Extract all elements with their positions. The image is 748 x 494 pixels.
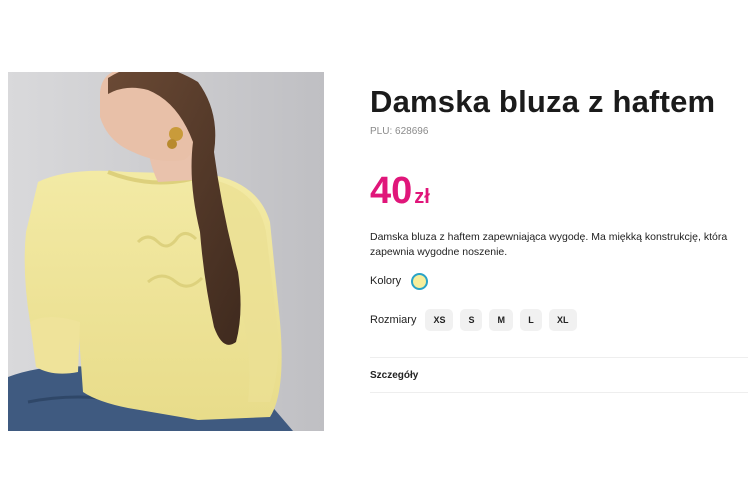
product-title: Damska bluza z haftem <box>370 84 716 119</box>
size-list: XS S M L XL <box>425 309 583 331</box>
price-amount: 40 <box>370 170 413 212</box>
product-price: 40 zł <box>370 170 430 213</box>
size-button-s[interactable]: S <box>460 309 483 331</box>
price-currency: zł <box>414 186 430 208</box>
size-button-xl[interactable]: XL <box>548 309 577 331</box>
product-plu: PLU: 628696 <box>370 126 429 137</box>
size-button-l[interactable]: L <box>519 309 542 331</box>
color-selector: Kolory <box>370 272 429 290</box>
colors-label: Kolory <box>370 275 402 287</box>
details-divider-bottom <box>370 392 748 393</box>
size-button-xs[interactable]: XS <box>425 309 454 331</box>
size-selector: Rozmiary XS S M L XL <box>370 309 584 331</box>
product-description: Damska bluza z haftem zapewniająca wygod… <box>370 231 728 258</box>
size-button-m[interactable]: M <box>489 309 513 331</box>
details-label: Szczegóły <box>370 369 419 381</box>
sizes-label: Rozmiary <box>370 314 417 326</box>
product-photo-illustration <box>8 72 324 431</box>
color-swatch-yellow[interactable] <box>411 272 429 290</box>
details-accordion[interactable]: Szczegóły <box>370 358 748 392</box>
product-image[interactable] <box>8 72 324 431</box>
product-info-panel: Damska bluza z haftem PLU: 628696 40 zł D… <box>370 0 748 494</box>
